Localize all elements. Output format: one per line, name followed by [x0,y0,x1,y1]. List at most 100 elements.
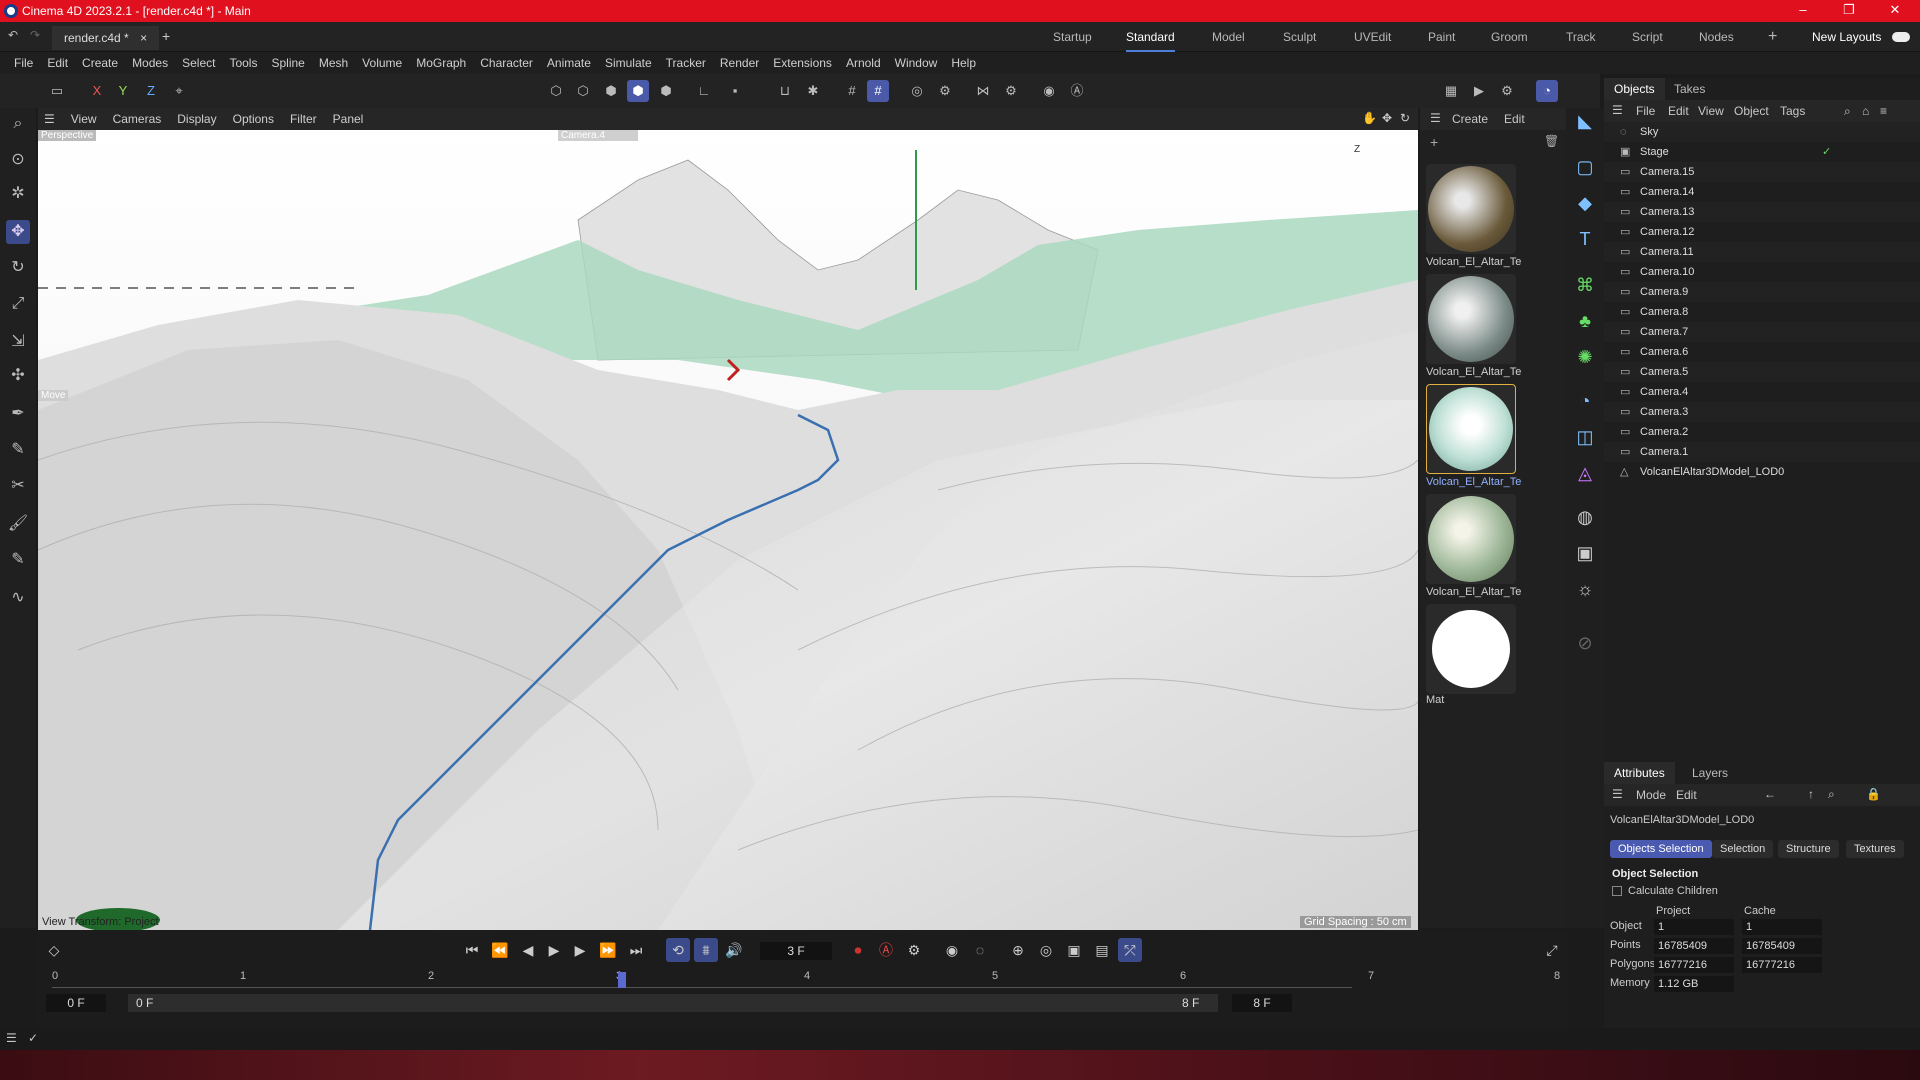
fps-icon[interactable]: ⩩ [694,938,718,962]
mograph-object-icon[interactable]: ♣ [1572,308,1598,334]
viewport-menu-display[interactable]: Display [177,112,216,126]
attribute-search-icon[interactable]: ⌕ [1828,787,1835,802]
previous-key-icon[interactable]: ⏪ [488,938,512,962]
end-frame-field[interactable]: 8 F [1232,994,1292,1012]
layout-groom[interactable]: Groom [1491,22,1528,52]
material-menu-edit[interactable]: Edit [1504,112,1525,126]
3d-viewport[interactable]: Perspective Camera.4 Z Move View Transfo… [38,130,1418,930]
loop-icon[interactable]: ⟲ [666,938,690,962]
uv-mode-icon[interactable]: ⬢ [655,80,677,102]
material-thumb[interactable] [1426,164,1516,254]
object-row-camera[interactable]: ▭ Camera.12 [1604,222,1920,242]
material-panel-icon[interactable]: ☰ [1430,111,1441,125]
menu-animate[interactable]: Animate [547,56,591,70]
viewport-menu-panel[interactable]: Panel [333,112,364,126]
attribute-panel-icon[interactable]: ☰ [1612,787,1623,801]
model-mode-icon[interactable]: ⬢ [627,80,649,102]
maximize-button[interactable]: ❐ [1826,0,1872,22]
tab-takes[interactable]: Takes [1664,78,1715,100]
object-row-camera[interactable]: ▭ Camera.14 [1604,182,1920,202]
object-row-camera[interactable]: ▭ Camera.10 [1604,262,1920,282]
effector-object-icon[interactable]: ✺ [1572,344,1598,370]
transfer-tool-icon[interactable]: ⇲ [6,330,30,354]
menu-file[interactable]: File [14,56,33,70]
brush-tool-icon[interactable]: 🖌 [6,512,30,536]
close-button[interactable]: ✕ [1872,0,1918,22]
scale-tool-icon[interactable]: ⤢ [6,292,30,316]
object-row-stage[interactable]: ▣ Stage ✓ [1604,142,1920,162]
layout-sculpt[interactable]: Sculpt [1283,22,1316,52]
edges-mode-icon[interactable]: ⬡ [572,80,594,102]
axis-y-toggle[interactable]: Y [112,80,134,102]
rotate-tool-icon[interactable]: ↻ [6,256,30,280]
menu-create[interactable]: Create [82,56,118,70]
add-material-icon[interactable]: + [1430,134,1438,150]
tab-objects[interactable]: Objects [1604,78,1665,100]
placement-tool-icon[interactable]: ✣ [6,364,30,388]
object-home-icon[interactable]: ⌂ [1862,104,1869,118]
redo-icon[interactable]: ↷ [30,28,40,42]
points-mode-icon[interactable]: ⬡ [545,80,567,102]
menu-mograph[interactable]: MoGraph [416,56,466,70]
render-to-picture-viewer-icon[interactable]: ▶ [1468,80,1490,102]
soft-selection-icon[interactable]: ◎ [906,80,928,102]
object-panel-icon[interactable]: ☰ [1612,103,1623,117]
object-row-camera[interactable]: ▭ Camera.5 [1604,362,1920,382]
menu-mesh[interactable]: Mesh [319,56,348,70]
move-view-icon[interactable]: ✥ [1382,111,1392,125]
sound-icon[interactable]: 🔊 [722,938,746,962]
new-layouts-toggle[interactable] [1892,32,1910,42]
key-position-icon[interactable]: ◉ [940,938,964,962]
environment-object-icon[interactable]: ◍ [1572,504,1598,530]
null-object-icon[interactable]: ◣ [1572,108,1598,134]
viewport-panel-icon[interactable]: ☰ [44,112,55,126]
object-row-camera[interactable]: ▭ Camera.15 [1604,162,1920,182]
axis-mode-icon[interactable]: ∟ [693,80,715,102]
go-to-start-icon[interactable]: ⏮ [460,938,484,962]
close-tab-icon[interactable]: × [140,31,147,45]
menu-modes[interactable]: Modes [132,56,168,70]
attribute-menu-mode[interactable]: Mode [1636,788,1666,802]
layout-standard[interactable]: Standard [1126,22,1175,52]
redshift-icon[interactable]: ◔ [1536,80,1558,102]
new-layouts-button[interactable]: New Layouts [1812,22,1881,52]
render-settings-icon[interactable]: ⚙ [1496,80,1518,102]
menu-select[interactable]: Select [182,56,215,70]
delete-material-icon[interactable]: 🗑 [1544,134,1559,148]
object-row-camera[interactable]: ▭ Camera.6 [1604,342,1920,362]
object-menu-tags[interactable]: Tags [1780,104,1805,118]
light-object-icon[interactable]: ☼ [1572,576,1598,602]
playhead[interactable] [618,972,626,988]
viewport-menu-filter[interactable]: Filter [290,112,317,126]
spline-pen-icon[interactable]: ✒ [6,402,30,426]
timeline-graph-icon[interactable]: ⤢ [1540,938,1564,962]
viewport-menu-view[interactable]: View [71,112,97,126]
current-frame-field[interactable]: 3 F [760,942,832,960]
object-row-camera[interactable]: ▭ Camera.1 [1604,442,1920,462]
layout-startup[interactable]: Startup [1053,22,1092,52]
select-tool-icon[interactable]: ⊙ [6,148,30,172]
layout-model[interactable]: Model [1212,22,1245,52]
object-menu-object[interactable]: Object [1734,104,1769,118]
tweak-icon[interactable]: ⚙ [934,80,956,102]
object-menu-edit[interactable]: Edit [1668,104,1689,118]
next-frame-icon[interactable]: ▶ [568,938,592,962]
generator-object-icon[interactable]: ⌘ [1572,272,1598,298]
menu-help[interactable]: Help [951,56,976,70]
viewport-menu-cameras[interactable]: Cameras [113,112,162,126]
menu-volume[interactable]: Volume [362,56,402,70]
tab-attributes[interactable]: Attributes [1604,762,1675,784]
layout-nodes[interactable]: Nodes [1699,22,1734,52]
add-tab-icon[interactable]: + [162,28,170,44]
material-menu-create[interactable]: Create [1452,112,1488,126]
render-region-icon[interactable]: ▦ [1440,80,1462,102]
calculate-children-checkbox[interactable] [1612,886,1622,896]
axis-x-toggle[interactable]: X [86,80,108,102]
volume-object-icon[interactable]: ◬ [1572,460,1598,486]
object-row-camera[interactable]: ▭ Camera.3 [1604,402,1920,422]
textures-button[interactable]: Textures [1846,840,1904,858]
play-icon[interactable]: ▶ [542,938,566,962]
layout-paint[interactable]: Paint [1428,22,1455,52]
object-row-camera[interactable]: ▭ Camera.8 [1604,302,1920,322]
object-row-camera[interactable]: ▭ Camera.11 [1604,242,1920,262]
